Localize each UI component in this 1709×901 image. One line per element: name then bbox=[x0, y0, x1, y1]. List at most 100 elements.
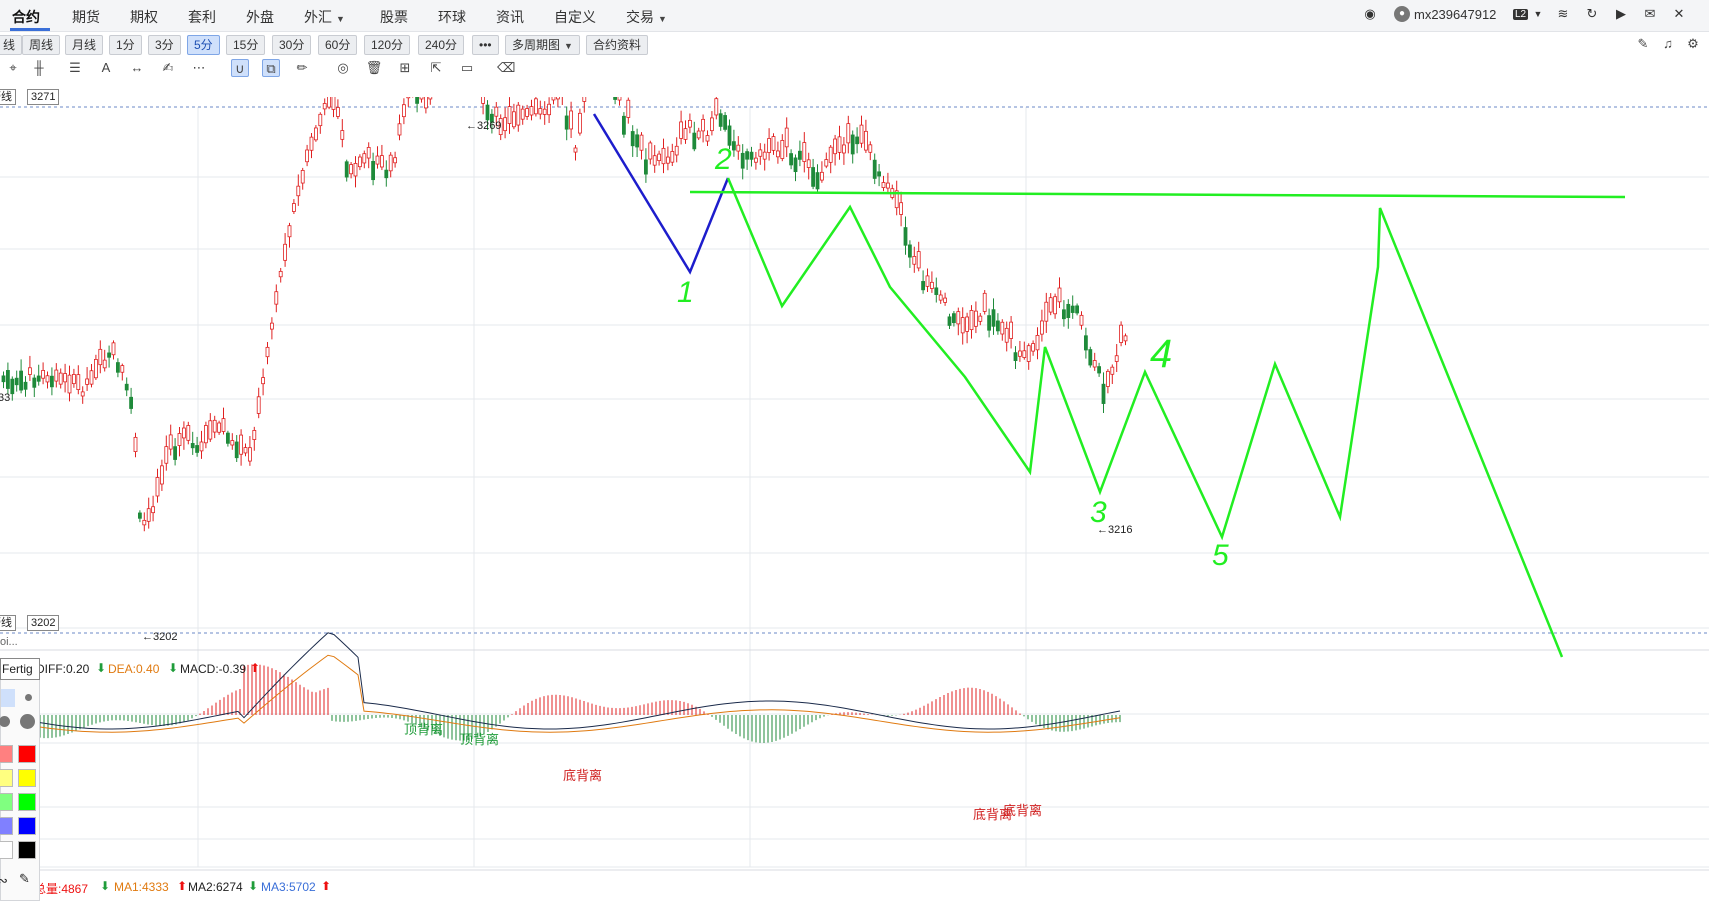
candle-body bbox=[934, 287, 939, 295]
candle-body bbox=[190, 443, 195, 449]
refresh-icon[interactable]: ↻ bbox=[1584, 6, 1600, 22]
alert-line-tag-bottom[interactable]: 警线 bbox=[0, 615, 16, 631]
bar-tool-icon[interactable]: ╫ bbox=[30, 59, 48, 77]
color-swatch[interactable] bbox=[18, 745, 36, 763]
nav-item-news[interactable]: 资讯 bbox=[496, 7, 524, 27]
chevron-down-icon[interactable]: ▼ bbox=[1530, 6, 1546, 22]
candle-body bbox=[313, 127, 318, 141]
candle-body bbox=[340, 130, 345, 140]
candle-body bbox=[1119, 324, 1123, 343]
nav-item-futures[interactable]: 期货 bbox=[72, 7, 100, 27]
candle-body bbox=[362, 153, 367, 164]
candle-body bbox=[916, 251, 921, 269]
color-swatch[interactable] bbox=[18, 841, 36, 859]
line-style-icon[interactable]: ∾ bbox=[0, 873, 8, 889]
color-swatch[interactable] bbox=[18, 817, 36, 835]
period-5min-button[interactable]: 5分 bbox=[187, 35, 220, 55]
period-week-button[interactable]: 周线 bbox=[22, 35, 61, 55]
color-swatch[interactable] bbox=[0, 769, 13, 787]
candle-body bbox=[67, 374, 72, 394]
measure-icon[interactable]: ↔ bbox=[128, 59, 146, 77]
low-price-label: ←3202 bbox=[142, 631, 177, 643]
nav-item-forex[interactable]: 外汇 ▼ bbox=[304, 7, 345, 27]
period-day-button[interactable]: 线 bbox=[0, 35, 23, 55]
candle-body bbox=[996, 320, 1000, 332]
alert-line-tag-top[interactable]: 警线 bbox=[0, 89, 16, 105]
period-60min-button[interactable]: 60分 bbox=[318, 35, 358, 55]
candle-body bbox=[525, 108, 529, 117]
candle-body bbox=[225, 432, 230, 444]
more-periods-button[interactable]: ••• bbox=[472, 35, 499, 55]
color-swatch[interactable] bbox=[18, 769, 36, 787]
nav-item-trade[interactable]: 交易 ▼ bbox=[626, 7, 667, 27]
eye-icon[interactable]: ◎ bbox=[334, 59, 352, 77]
period-1min-button[interactable]: 1分 bbox=[109, 35, 142, 55]
nav-item-custom[interactable]: 自定义 bbox=[554, 7, 596, 27]
nav-item-arbitrage[interactable]: 套利 bbox=[188, 7, 216, 27]
comment-icon[interactable]: ▭ bbox=[458, 59, 476, 77]
trash-icon[interactable]: 🗑 bbox=[365, 59, 383, 77]
multi-period-chart-button[interactable]: 多周期图 ▼ bbox=[505, 35, 580, 55]
video-icon[interactable]: ▶ bbox=[1613, 6, 1629, 22]
glasses-icon[interactable]: ◉ bbox=[1362, 6, 1378, 22]
candle-body bbox=[762, 151, 767, 160]
username[interactable]: mx239647912 bbox=[1414, 7, 1496, 22]
nav-item-stocks[interactable]: 股票 bbox=[380, 7, 408, 27]
period-240min-button[interactable]: 240分 bbox=[418, 35, 465, 55]
candle-body bbox=[806, 159, 811, 168]
more-tools-icon[interactable]: ⋯ bbox=[190, 59, 208, 77]
candle-body bbox=[1048, 297, 1053, 313]
macd-value: MACD:-0.39 bbox=[180, 662, 247, 676]
overlay-icon[interactable]: ⧉ bbox=[262, 59, 280, 77]
kline-chart[interactable]: ←3269←3202←321612345顶背离顶背离底背离底背离底背离 bbox=[0, 97, 1709, 901]
crosshair-icon[interactable]: ⌖ bbox=[4, 59, 22, 77]
candle-body bbox=[300, 170, 305, 184]
mail-icon[interactable]: ✉ bbox=[1642, 6, 1658, 22]
export-icon[interactable]: ⇱ bbox=[427, 59, 445, 77]
period-month-button[interactable]: 月线 bbox=[65, 35, 104, 55]
dot-xlarge-option[interactable] bbox=[20, 714, 35, 729]
color-swatch[interactable] bbox=[0, 793, 13, 811]
nav-item-global[interactable]: 环球 bbox=[438, 7, 466, 27]
grid-icon[interactable]: ⊞ bbox=[396, 59, 414, 77]
nav-item-contracts[interactable]: 合约 bbox=[12, 7, 40, 27]
color-swatch[interactable] bbox=[0, 841, 13, 859]
bell-icon[interactable]: ♫ bbox=[1659, 35, 1677, 53]
settings-icon[interactable]: ⚙ bbox=[1684, 35, 1702, 53]
candle-body bbox=[798, 150, 802, 160]
period-120min-button[interactable]: 120分 bbox=[364, 35, 411, 55]
dot-medium-option[interactable] bbox=[25, 694, 32, 701]
done-button[interactable]: Fertig bbox=[0, 658, 40, 680]
dot-large-option[interactable] bbox=[0, 716, 10, 727]
nav-item-foreign-market[interactable]: 外盘 bbox=[246, 7, 274, 27]
pencil-icon[interactable]: ✏ bbox=[293, 59, 311, 77]
color-swatch[interactable] bbox=[0, 817, 13, 835]
candle-body bbox=[107, 352, 111, 358]
color-swatch[interactable] bbox=[0, 745, 13, 763]
nav-item-options[interactable]: 期权 bbox=[130, 7, 158, 27]
candle-body bbox=[388, 154, 393, 172]
period-3min-button[interactable]: 3分 bbox=[148, 35, 181, 55]
edit-icon[interactable]: ✎ bbox=[1634, 35, 1652, 53]
candle-body bbox=[1057, 287, 1062, 303]
period-15min-button[interactable]: 15分 bbox=[226, 35, 266, 55]
candle-body bbox=[133, 436, 138, 453]
color-swatch[interactable] bbox=[18, 793, 36, 811]
candle-body bbox=[344, 161, 349, 178]
brush-icon[interactable]: ✍ bbox=[159, 59, 177, 77]
close-icon[interactable]: ✕ bbox=[1671, 6, 1687, 22]
wave-label-4: 4 bbox=[1150, 332, 1172, 376]
text-tool-icon[interactable]: A bbox=[97, 59, 115, 77]
candle-body bbox=[886, 182, 890, 189]
magnet-icon[interactable]: ∪ bbox=[231, 59, 249, 77]
brush-icon[interactable]: ✎ bbox=[19, 871, 30, 887]
avatar[interactable]: ● bbox=[1394, 6, 1410, 22]
dot-small-option[interactable] bbox=[1, 689, 15, 707]
layers-icon[interactable]: ≋ bbox=[1555, 6, 1571, 22]
candle-body bbox=[714, 98, 719, 116]
period-30min-button[interactable]: 30分 bbox=[272, 35, 312, 55]
fib-lines-icon[interactable]: ☰ bbox=[66, 59, 84, 77]
candle-body bbox=[696, 130, 701, 139]
contract-info-button[interactable]: 合约资料 bbox=[586, 35, 649, 55]
eraser-icon[interactable]: ⌫ bbox=[497, 59, 515, 77]
